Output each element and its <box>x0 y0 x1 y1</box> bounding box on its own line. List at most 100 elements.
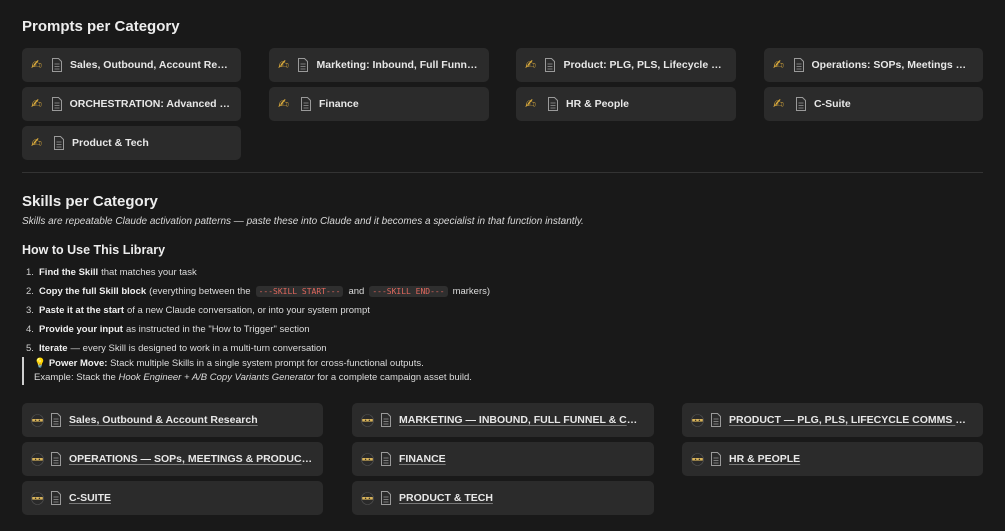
prompt-card-label: Product & Tech <box>72 137 149 149</box>
page-icon <box>298 58 309 72</box>
step-text: (everything between the <box>149 286 251 297</box>
writing-hand-icon: ✍ <box>525 96 536 112</box>
skill-card-label: HR & PEOPLE <box>729 453 801 465</box>
writing-hand-icon: ✍ <box>278 96 289 112</box>
step-item: 2. Copy the full Skill block (everything… <box>22 282 490 301</box>
power-move-callout: 💡 Power Move: Stack multiple Skills in a … <box>22 357 472 385</box>
callout-example-italic: Hook Engineer + A/B Copy Variants Genera… <box>118 372 315 383</box>
ninja-icon <box>691 413 704 427</box>
skill-card-sales[interactable]: Sales, Outbound & Account Research <box>22 403 323 437</box>
divider <box>22 172 983 173</box>
page-icon <box>51 97 62 111</box>
step-item: 3. Paste it at the start of a new Claude… <box>22 301 490 320</box>
page-icon <box>548 97 558 111</box>
skills-intro: Skills are repeatable Claude activation … <box>22 216 584 227</box>
prompt-card-label: C-Suite <box>814 98 851 110</box>
prompt-card-orchestration[interactable]: ✍ ORCHESTRATION: Advanced Multi-... <box>22 87 241 121</box>
callout-example-prefix: Example: Stack the <box>34 372 116 383</box>
step-number: 4. <box>26 324 34 335</box>
page-icon <box>711 452 721 466</box>
lightbulb-icon: 💡 <box>34 358 46 369</box>
step-number: 5. <box>26 343 34 354</box>
skill-card-label: FINANCE <box>399 453 446 465</box>
skill-card-marketing[interactable]: MARKETING — INBOUND, FULL FUNNEL & CAMPA… <box>352 403 654 437</box>
skill-card-label: OPERATIONS — SOPs, MEETINGS & PRODUCTIVI… <box>69 453 323 465</box>
prompt-card-sales[interactable]: ✍ Sales, Outbound, Account Research <box>22 48 241 82</box>
step-text: and <box>348 286 365 297</box>
code-skill-start: ---SKILL START--- <box>255 286 344 297</box>
step-text: — every Skill is designed to work in a m… <box>70 343 327 354</box>
skill-card-finance[interactable]: FINANCE <box>352 442 654 476</box>
step-item: 4. Provide your input as instructed in t… <box>22 320 490 339</box>
ninja-icon <box>31 413 44 427</box>
page-icon <box>381 452 391 466</box>
prompt-card-label: Marketing: Inbound, Full Funnel & C... <box>316 59 489 71</box>
page-icon <box>711 413 721 427</box>
callout-line-2: Example: Stack the Hook Engineer + A/B C… <box>34 371 472 385</box>
writing-hand-icon: ✍ <box>31 57 42 73</box>
skill-card-label: MARKETING — INBOUND, FULL FUNNEL & CAMPA… <box>399 414 654 426</box>
skill-card-hr[interactable]: HR & PEOPLE <box>682 442 983 476</box>
callout-text: Stack multiple Skills in a single system… <box>110 358 424 369</box>
skill-card-label: Sales, Outbound & Account Research <box>69 414 258 426</box>
ninja-icon <box>31 452 44 466</box>
prompt-card-marketing[interactable]: ✍ Marketing: Inbound, Full Funnel & C... <box>269 48 489 82</box>
writing-hand-icon: ✍ <box>278 57 289 73</box>
page-icon <box>52 58 62 72</box>
page-icon <box>54 136 64 150</box>
step-bold: Find the Skill <box>39 267 99 278</box>
skills-heading: Skills per Category <box>22 193 158 210</box>
writing-hand-icon: ✍ <box>773 96 784 112</box>
step-text: of a new Claude conversation, or into yo… <box>127 305 370 316</box>
step-bold: Paste it at the start <box>39 305 124 316</box>
howto-heading: How to Use This Library <box>22 243 166 257</box>
step-number: 2. <box>26 286 34 297</box>
prompt-card-label: Operations: SOPs, Meetings & Prod... <box>811 59 983 71</box>
ninja-icon <box>361 413 374 427</box>
step-bold: Iterate <box>39 343 68 354</box>
ninja-icon <box>31 491 44 505</box>
skill-card-product[interactable]: PRODUCT — PLG, PLS, LIFECYCLE COMMS & GR… <box>682 403 983 437</box>
skill-card-label: PRODUCT & TECH <box>399 492 493 504</box>
code-skill-end: ---SKILL END--- <box>369 286 448 297</box>
page-icon <box>796 97 806 111</box>
page-icon <box>793 58 804 72</box>
prompt-card-product-tech[interactable]: ✍ Product & Tech <box>22 126 241 160</box>
page-icon <box>545 58 556 72</box>
prompt-card-label: ORCHESTRATION: Advanced Multi-... <box>69 98 241 110</box>
prompt-card-label: HR & People <box>566 98 630 110</box>
callout-bold: Power Move: <box>48 358 108 369</box>
step-text: as instructed in the "How to Trigger" se… <box>125 324 310 335</box>
skill-card-csuite[interactable]: C-SUITE <box>22 481 323 515</box>
prompt-card-label: Finance <box>319 98 359 110</box>
page-icon <box>381 491 391 505</box>
skill-card-operations[interactable]: OPERATIONS — SOPs, MEETINGS & PRODUCTIVI… <box>22 442 323 476</box>
skill-card-product-tech[interactable]: PRODUCT & TECH <box>352 481 654 515</box>
ninja-icon <box>691 452 704 466</box>
prompt-card-csuite[interactable]: ✍ C-Suite <box>764 87 983 121</box>
step-item: 1. Find the Skill that matches your task <box>22 263 490 282</box>
page-icon <box>51 491 61 505</box>
ninja-icon <box>361 491 374 505</box>
prompts-heading: Prompts per Category <box>22 18 180 35</box>
writing-hand-icon: ✍ <box>31 96 42 112</box>
writing-hand-icon: ✍ <box>31 135 42 151</box>
prompt-card-label: Product: PLG, PLS, Lifecycle Comm... <box>563 59 736 71</box>
step-number: 3. <box>26 305 34 316</box>
callout-line-1: 💡 Power Move: Stack multiple Skills in a … <box>34 357 472 371</box>
step-number: 1. <box>26 267 34 278</box>
writing-hand-icon: ✍ <box>525 57 536 73</box>
prompt-card-label: Sales, Outbound, Account Research <box>70 59 241 71</box>
steps-list: 1. Find the Skill that matches your task… <box>22 263 490 358</box>
prompt-card-product[interactable]: ✍ Product: PLG, PLS, Lifecycle Comm... <box>516 48 736 82</box>
step-text: markers) <box>452 286 491 297</box>
skill-card-label: C-SUITE <box>69 492 111 504</box>
prompt-card-finance[interactable]: ✍ Finance <box>269 87 489 121</box>
step-item: 5. Iterate — every Skill is designed to … <box>22 339 490 358</box>
page-icon <box>51 413 61 427</box>
callout-example-suffix: for a complete campaign asset build. <box>317 372 472 383</box>
prompt-card-hr[interactable]: ✍ HR & People <box>516 87 736 121</box>
page-icon <box>381 413 391 427</box>
prompt-card-operations[interactable]: ✍ Operations: SOPs, Meetings & Prod... <box>764 48 983 82</box>
writing-hand-icon: ✍ <box>773 57 784 73</box>
